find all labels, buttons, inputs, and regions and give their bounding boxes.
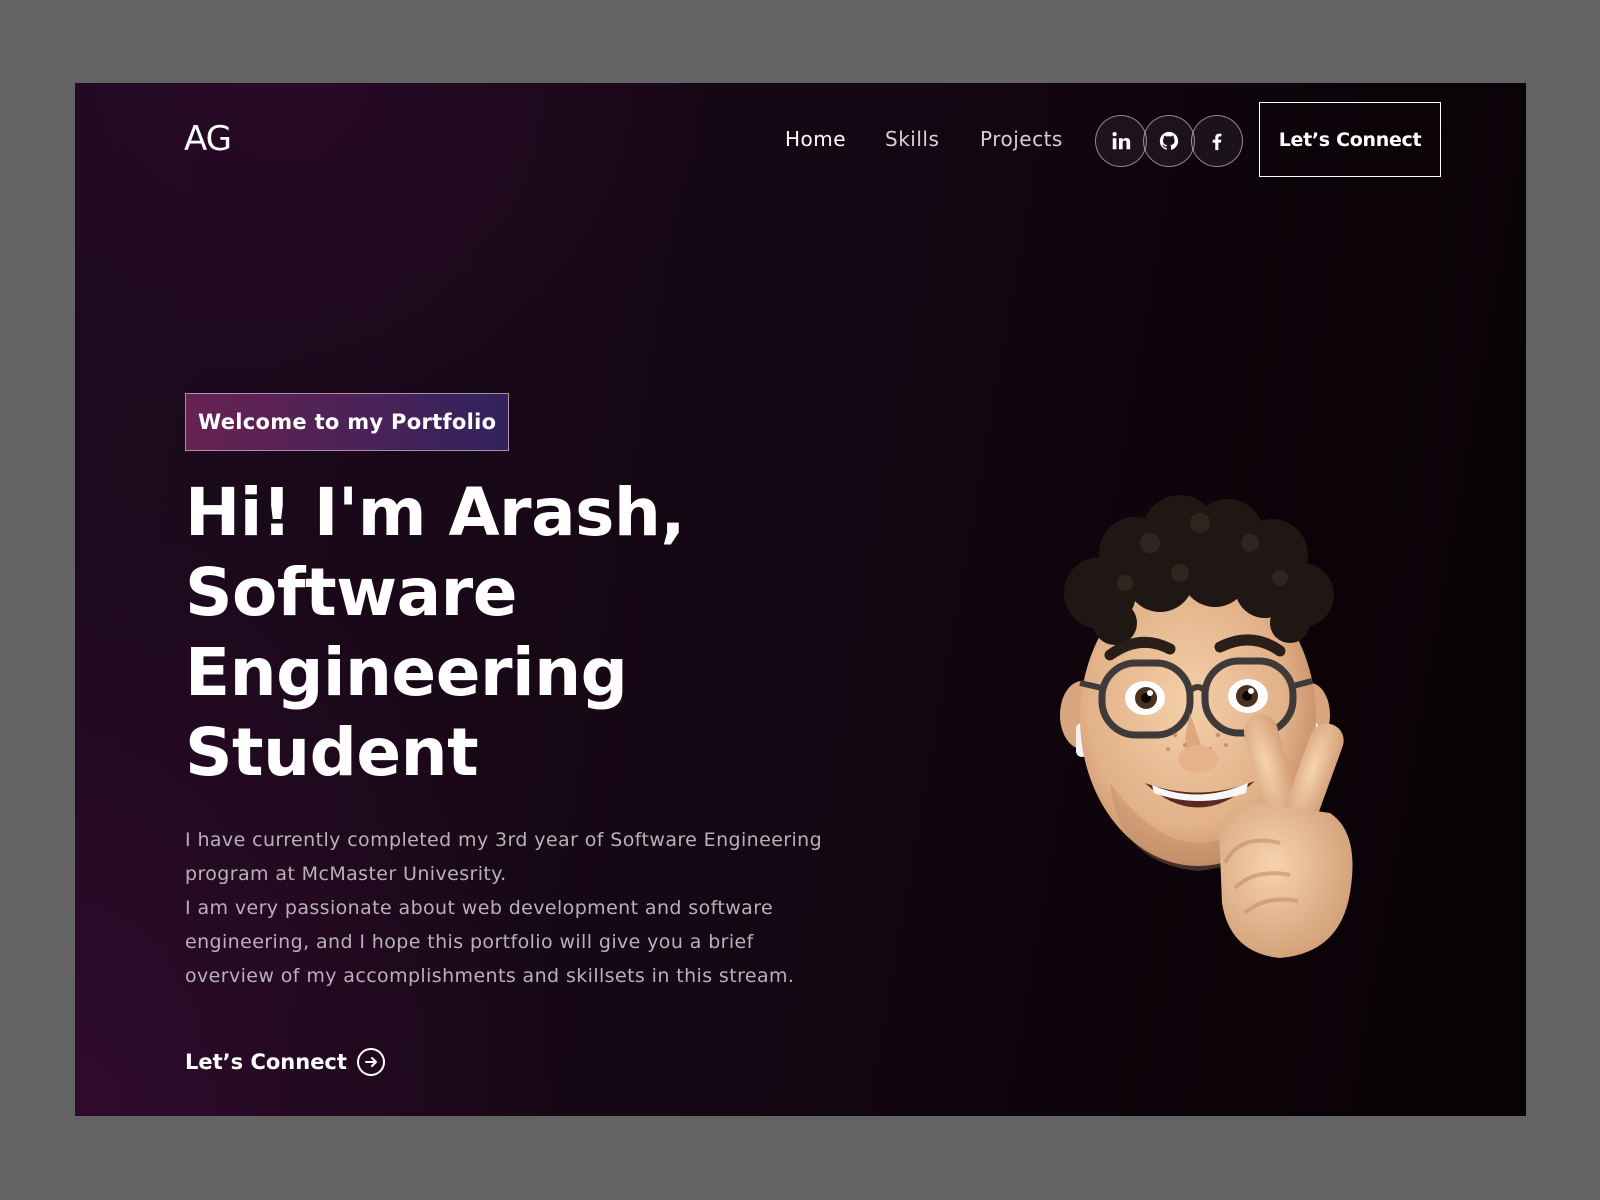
hero-connect-button[interactable]: Let’s Connect	[185, 1048, 385, 1076]
logo[interactable]: AG	[184, 119, 232, 159]
navbar: AG Home Skills Projects Let’s Connect	[75, 83, 1526, 198]
hero-headline: Hi! I'm Arash, Software Engineering Stud…	[185, 473, 825, 793]
nav-link-projects[interactable]: Projects	[980, 127, 1063, 151]
memoji-avatar	[1060, 495, 1353, 958]
headline-line: Hi! I'm Arash,	[185, 474, 685, 551]
linkedin-icon	[1112, 132, 1131, 150]
github-icon	[1159, 131, 1179, 150]
facebook-button[interactable]	[1191, 115, 1243, 167]
welcome-tagline: Welcome to my Portfolio	[185, 393, 510, 451]
github-button[interactable]	[1143, 115, 1195, 167]
lets-connect-button[interactable]: Let’s Connect	[1259, 102, 1441, 177]
bio-paragraph: I have currently completed my 3rd year o…	[185, 829, 823, 885]
hero-section: AG Home Skills Projects Let’s Connect We…	[75, 83, 1526, 1116]
arrow-right-circle-icon	[356, 1048, 385, 1076]
linkedin-button[interactable]	[1095, 115, 1147, 167]
facebook-icon	[1212, 133, 1222, 151]
hero-connect-label: Let’s Connect	[185, 1050, 347, 1074]
hero-bio: I have currently completed my 3rd year o…	[185, 823, 825, 993]
headline-line: Software	[185, 554, 517, 631]
bio-paragraph: I am very passionate about web developme…	[185, 897, 795, 987]
headline-line: Student	[185, 714, 479, 791]
nav-link-home[interactable]: Home	[785, 127, 846, 151]
nav-link-skills[interactable]: Skills	[885, 127, 939, 151]
headline-line: Engineering	[185, 634, 628, 711]
